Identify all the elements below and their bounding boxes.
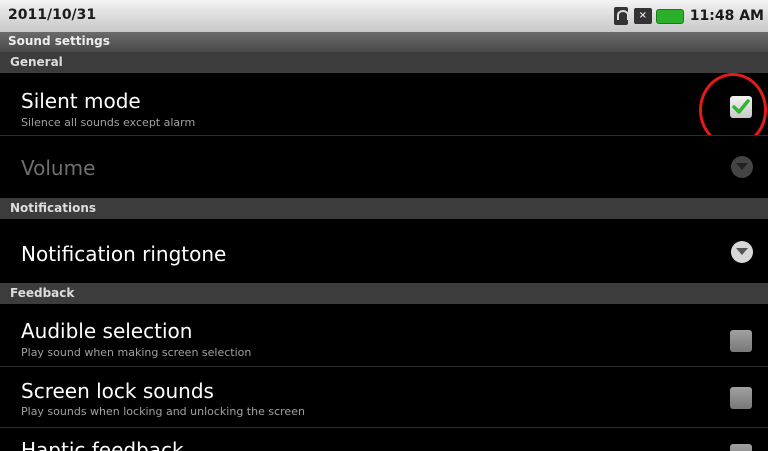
setting-haptic-feedback[interactable]: Haptic feedback xyxy=(0,428,768,451)
setting-audible-selection[interactable]: Audible selection Play sound when making… xyxy=(0,304,768,366)
title-bar: Sound settings xyxy=(0,32,768,52)
setting-volume[interactable]: Volume xyxy=(0,136,768,198)
setting-silent-mode[interactable]: Silent mode Silence all sounds except al… xyxy=(0,73,768,135)
mute-icon: × xyxy=(633,8,652,24)
audible-selection-checkbox[interactable] xyxy=(730,330,752,352)
setting-title: Silent mode xyxy=(21,89,141,113)
section-header-notifications: Notifications xyxy=(0,198,768,219)
wifi-icon xyxy=(613,7,629,25)
section-label: General xyxy=(10,55,63,69)
chevron-down-icon xyxy=(731,241,753,263)
haptic-feedback-checkbox[interactable] xyxy=(730,444,752,451)
section-label: Feedback xyxy=(10,286,75,300)
setting-summary: Silence all sounds except alarm xyxy=(21,116,196,129)
section-label: Notifications xyxy=(10,201,97,215)
status-bar: 2011/10/31 × 11:48 AM xyxy=(0,0,768,32)
setting-title: Volume xyxy=(21,156,96,180)
status-icons: × 11:48 AM xyxy=(613,6,764,26)
battery-icon xyxy=(655,8,684,24)
status-date: 2011/10/31 xyxy=(8,7,97,23)
screen-lock-sounds-checkbox[interactable] xyxy=(730,387,752,409)
setting-summary: Play sounds when locking and unlocking t… xyxy=(21,405,305,418)
setting-summary: Play sound when making screen selection xyxy=(21,346,252,359)
section-header-feedback: Feedback xyxy=(0,283,768,304)
status-time: 11:48 AM xyxy=(689,8,764,24)
page-title: Sound settings xyxy=(8,34,110,48)
setting-title: Notification ringtone xyxy=(21,242,227,266)
setting-screen-lock-sounds[interactable]: Screen lock sounds Play sounds when lock… xyxy=(0,367,768,427)
setting-title: Haptic feedback xyxy=(21,438,184,451)
section-header-general: General xyxy=(0,52,768,73)
setting-notification-ringtone[interactable]: Notification ringtone xyxy=(0,219,768,283)
chevron-down-icon xyxy=(731,156,753,178)
setting-title: Screen lock sounds xyxy=(21,379,214,403)
setting-title: Audible selection xyxy=(21,319,193,343)
